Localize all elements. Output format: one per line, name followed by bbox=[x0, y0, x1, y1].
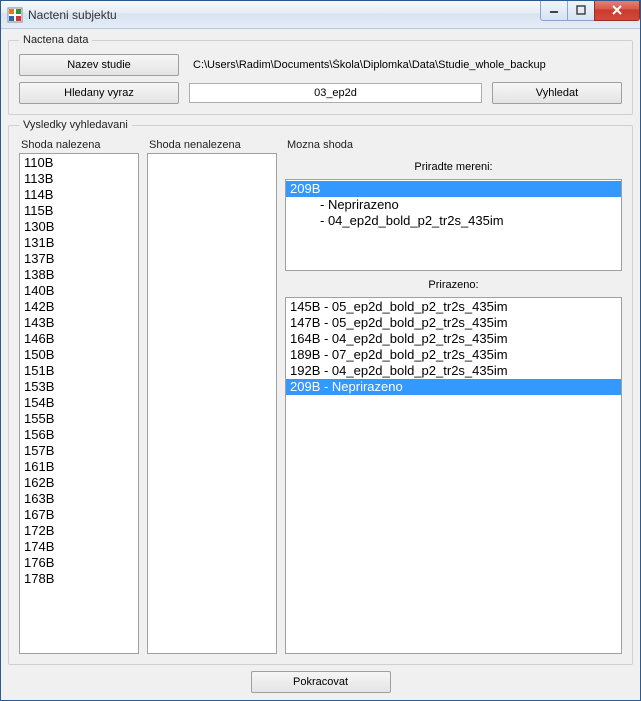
notfound-header: Shoda nenalezena bbox=[147, 139, 277, 153]
assign-label: Priradte mereni: bbox=[285, 157, 622, 175]
list-item[interactable]: 161B bbox=[20, 459, 138, 475]
list-item[interactable]: 151B bbox=[20, 363, 138, 379]
list-item[interactable]: 163B bbox=[20, 491, 138, 507]
list-item[interactable]: 114B bbox=[20, 187, 138, 203]
app-window: Nacteni subjektu Nactena data Nazev stud… bbox=[0, 0, 641, 701]
list-item[interactable]: 157B bbox=[20, 443, 138, 459]
possible-header: Mozna shoda bbox=[285, 139, 622, 153]
results-legend: Vysledky vyhledavani bbox=[19, 119, 132, 131]
list-item[interactable]: 131B bbox=[20, 235, 138, 251]
study-path-text: C:\Users\Radim\Documents\Škola\Diplomka\… bbox=[189, 59, 622, 71]
list-item[interactable]: 115B bbox=[20, 203, 138, 219]
notfound-listbox[interactable] bbox=[147, 153, 277, 654]
tree-child[interactable]: - Neprirazeno bbox=[286, 197, 621, 213]
found-header: Shoda nalezena bbox=[19, 139, 139, 153]
found-listbox[interactable]: 110B113B114B115B130B131B137B138B140B142B… bbox=[19, 153, 139, 654]
close-button[interactable] bbox=[594, 1, 640, 21]
list-item[interactable]: 142B bbox=[20, 299, 138, 315]
titlebar[interactable]: Nacteni subjektu bbox=[1, 1, 640, 29]
assigned-row[interactable]: 192B - 04_ep2d_bold_p2_tr2s_435im bbox=[286, 363, 621, 379]
list-item[interactable]: 155B bbox=[20, 411, 138, 427]
list-item[interactable]: 130B bbox=[20, 219, 138, 235]
assigned-label: Prirazeno: bbox=[285, 275, 622, 293]
assign-treebox[interactable]: 209B- Neprirazeno- 04_ep2d_bold_p2_tr2s_… bbox=[285, 179, 622, 271]
assigned-row[interactable]: 164B - 04_ep2d_bold_p2_tr2s_435im bbox=[286, 331, 621, 347]
search-button[interactable]: Vyhledat bbox=[492, 82, 622, 104]
list-item[interactable]: 153B bbox=[20, 379, 138, 395]
assigned-row[interactable]: 189B - 07_ep2d_bold_p2_tr2s_435im bbox=[286, 347, 621, 363]
tree-child[interactable]: - 04_ep2d_bold_p2_tr2s_435im bbox=[286, 213, 621, 229]
assigned-row[interactable]: 147B - 05_ep2d_bold_p2_tr2s_435im bbox=[286, 315, 621, 331]
list-item[interactable]: 143B bbox=[20, 315, 138, 331]
list-item[interactable]: 178B bbox=[20, 571, 138, 587]
list-item[interactable]: 110B bbox=[20, 155, 138, 171]
search-input[interactable] bbox=[189, 83, 482, 103]
continue-button[interactable]: Pokracovat bbox=[251, 671, 391, 693]
possible-column: Mozna shoda Priradte mereni: 209B- Nepri… bbox=[285, 139, 622, 654]
bottom-bar: Pokracovat bbox=[8, 669, 633, 693]
window-controls bbox=[541, 1, 640, 21]
client-area: Nactena data Nazev studie C:\Users\Radim… bbox=[1, 29, 640, 700]
maximize-button[interactable] bbox=[567, 1, 595, 21]
results-group: Vysledky vyhledavani Shoda nalezena 110B… bbox=[8, 119, 633, 665]
loaded-data-legend: Nactena data bbox=[19, 34, 92, 46]
list-item[interactable]: 172B bbox=[20, 523, 138, 539]
list-item[interactable]: 137B bbox=[20, 251, 138, 267]
list-item[interactable]: 174B bbox=[20, 539, 138, 555]
list-item[interactable]: 113B bbox=[20, 171, 138, 187]
app-icon bbox=[7, 7, 23, 23]
search-term-label-button[interactable]: Hledany vyraz bbox=[19, 82, 179, 104]
notfound-column: Shoda nenalezena bbox=[147, 139, 277, 654]
minimize-button[interactable] bbox=[540, 1, 568, 21]
list-item[interactable]: 167B bbox=[20, 507, 138, 523]
assigned-row[interactable]: 209B - Neprirazeno bbox=[286, 379, 621, 395]
list-item[interactable]: 154B bbox=[20, 395, 138, 411]
list-item[interactable]: 140B bbox=[20, 283, 138, 299]
found-column: Shoda nalezena 110B113B114B115B130B131B1… bbox=[19, 139, 139, 654]
list-item[interactable]: 150B bbox=[20, 347, 138, 363]
list-item[interactable]: 156B bbox=[20, 427, 138, 443]
study-name-button[interactable]: Nazev studie bbox=[19, 54, 179, 76]
list-item[interactable]: 176B bbox=[20, 555, 138, 571]
loaded-data-group: Nactena data Nazev studie C:\Users\Radim… bbox=[8, 34, 633, 115]
list-item[interactable]: 162B bbox=[20, 475, 138, 491]
assigned-row[interactable]: 145B - 05_ep2d_bold_p2_tr2s_435im bbox=[286, 299, 621, 315]
tree-root[interactable]: 209B bbox=[286, 181, 621, 197]
list-item[interactable]: 138B bbox=[20, 267, 138, 283]
list-item[interactable]: 146B bbox=[20, 331, 138, 347]
assigned-listbox[interactable]: 145B - 05_ep2d_bold_p2_tr2s_435im147B - … bbox=[285, 297, 622, 654]
window-title: Nacteni subjektu bbox=[28, 8, 541, 22]
